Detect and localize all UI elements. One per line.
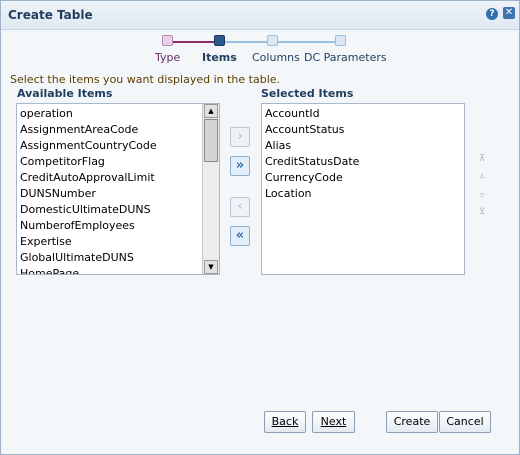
- train-label-columns[interactable]: Columns: [252, 51, 300, 64]
- move-to-bottom-icon[interactable]: ⊻: [476, 207, 488, 217]
- train-stop-items: [214, 35, 225, 46]
- train-connector-2: [225, 41, 273, 43]
- scroll-up-icon[interactable]: ▲: [204, 104, 218, 118]
- list-item[interactable]: CurrencyCode: [265, 171, 343, 184]
- create-table-dialog: Create Table ? ✕ Type Items Columns DC P…: [0, 0, 520, 455]
- create-button[interactable]: Create: [386, 411, 438, 433]
- list-item[interactable]: operation: [20, 107, 73, 120]
- next-button-label: Next: [320, 415, 347, 428]
- move-down-icon[interactable]: ▿: [476, 191, 488, 201]
- list-item[interactable]: CreditStatusDate: [265, 155, 359, 168]
- move-up-icon[interactable]: ▵: [476, 171, 488, 181]
- cancel-button[interactable]: Cancel: [439, 411, 491, 433]
- list-item[interactable]: DUNSNumber: [20, 187, 96, 200]
- scroll-down-icon[interactable]: ▼: [204, 260, 218, 274]
- instruction-text: Select the items you want displayed in t…: [10, 73, 281, 86]
- selected-items-header: Selected Items: [261, 87, 354, 100]
- train-stop-dc-parameters[interactable]: [335, 35, 346, 46]
- list-item[interactable]: DomesticUltimateDUNS: [20, 203, 151, 216]
- list-item[interactable]: Expertise: [20, 235, 72, 248]
- list-item[interactable]: AccountId: [265, 107, 320, 120]
- cancel-button-label: Cancel: [446, 415, 484, 428]
- remove-all-button[interactable]: «: [230, 226, 250, 246]
- move-button[interactable]: ›: [230, 127, 250, 147]
- train-connector-3: [277, 41, 337, 43]
- next-button[interactable]: Next: [312, 411, 355, 433]
- list-item[interactable]: AssignmentAreaCode: [20, 123, 138, 136]
- help-icon[interactable]: ?: [486, 8, 498, 20]
- dialog-title: Create Table: [8, 8, 93, 22]
- train-connector-1: [173, 41, 215, 43]
- back-button[interactable]: Back: [264, 411, 306, 433]
- list-item[interactable]: CreditAutoApprovalLimit: [20, 171, 155, 184]
- available-items-list[interactable]: operation AssignmentAreaCode AssignmentC…: [16, 103, 220, 275]
- list-item[interactable]: AssignmentCountryCode: [20, 139, 157, 152]
- list-item[interactable]: HomePage: [20, 267, 79, 274]
- train-label-type[interactable]: Type: [155, 51, 180, 64]
- create-button-label: Create: [393, 415, 431, 428]
- list-item[interactable]: AccountStatus: [265, 123, 344, 136]
- available-items-header: Available Items: [17, 87, 113, 100]
- list-item[interactable]: GlobalUltimateDUNS: [20, 251, 134, 264]
- back-button-label: Back: [271, 415, 299, 428]
- train-label-items: Items: [202, 51, 237, 64]
- remove-button[interactable]: ‹: [230, 197, 250, 217]
- list-item[interactable]: Location: [265, 187, 312, 200]
- close-icon[interactable]: ✕: [503, 7, 515, 19]
- train-stop-type[interactable]: [162, 35, 173, 46]
- available-list-scrollbar[interactable]: ▲ ▼: [202, 104, 219, 274]
- move-to-top-icon[interactable]: ⊼: [476, 154, 488, 164]
- selected-items-list[interactable]: AccountId AccountStatus Alias CreditStat…: [261, 103, 465, 275]
- train-label-dc-parameters[interactable]: DC Parameters: [304, 51, 387, 64]
- move-all-button[interactable]: »: [230, 156, 250, 176]
- dialog-titlebar: Create Table ? ✕: [1, 1, 519, 30]
- list-item[interactable]: NumberofEmployees: [20, 219, 135, 232]
- train-stop-columns[interactable]: [267, 35, 278, 46]
- list-item[interactable]: CompetitorFlag: [20, 155, 105, 168]
- list-item[interactable]: Alias: [265, 139, 291, 152]
- scroll-thumb[interactable]: [204, 119, 218, 162]
